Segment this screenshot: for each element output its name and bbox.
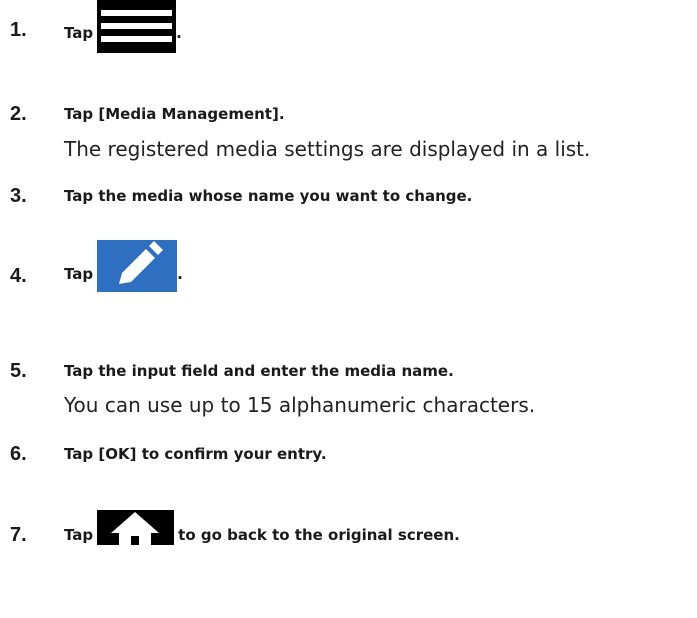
step-number: 3. bbox=[10, 185, 27, 207]
step-text-end: to go back to the original screen. bbox=[178, 526, 460, 544]
step-text: Tap bbox=[64, 265, 94, 283]
edit-pencil-icon bbox=[97, 240, 178, 292]
step-number: 7. bbox=[10, 524, 27, 546]
step-number: 1. bbox=[10, 19, 27, 41]
step-number: 2. bbox=[10, 103, 27, 125]
step-text-end: . bbox=[177, 265, 183, 283]
step-instruction: Tap to go back to the original screen. bbox=[64, 510, 460, 545]
step-text: Tap bbox=[64, 526, 94, 544]
step-instruction: Tap . bbox=[64, 0, 182, 53]
step-instruction: Tap . bbox=[64, 240, 183, 292]
step-instruction: Tap the media whose name you want to cha… bbox=[64, 187, 473, 205]
step-number: 6. bbox=[10, 443, 27, 465]
step-instruction: Tap [Media Management]. bbox=[64, 105, 285, 123]
menu-icon bbox=[97, 0, 177, 53]
step-instruction: Tap [OK] to confirm your entry. bbox=[64, 445, 327, 463]
home-icon bbox=[97, 510, 175, 545]
step-number: 4. bbox=[10, 265, 27, 287]
step-description: The registered media settings are displa… bbox=[64, 137, 591, 161]
step-text: Tap bbox=[64, 24, 94, 42]
step-description: You can use up to 15 alphanumeric charac… bbox=[64, 393, 536, 417]
step-number: 5. bbox=[10, 360, 27, 382]
step-instruction: Tap the input field and enter the media … bbox=[64, 362, 454, 380]
step-text-end: . bbox=[176, 24, 182, 42]
